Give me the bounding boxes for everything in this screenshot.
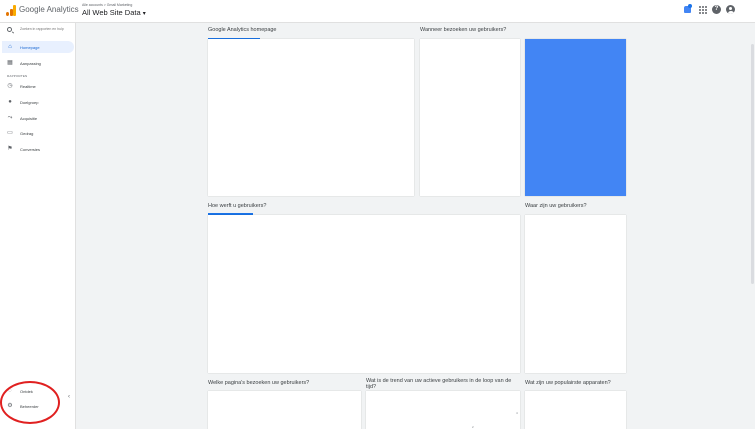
card-title-devices: Wat zijn uw populairste apparaten? (525, 380, 611, 386)
card-title-pages: Welke pagina's bezoeken uw gebruikers? (208, 380, 310, 386)
notifications-icon[interactable] (683, 4, 692, 14)
sidebar-item-label: Beheerder (20, 404, 39, 409)
card-title-trend: Wat is de trend van uw actieve gebruiker… (366, 378, 512, 390)
property-selector[interactable]: All Web Site Data ▾ (82, 8, 146, 17)
sidebar-item-label: Acquisitie (20, 116, 38, 121)
devices-card (525, 391, 626, 429)
report-search[interactable] (4, 25, 74, 35)
sidebar-item-behavior[interactable]: ▭ Gedrag (2, 127, 74, 139)
account-avatar-icon[interactable] (726, 5, 735, 14)
sidebar-item-acquisition[interactable]: ⤳ Acquisitie (2, 112, 74, 124)
product-name[interactable]: Google Analytics (19, 5, 79, 14)
customization-icon: ▦ (7, 60, 13, 66)
sidebar-item-homepage[interactable]: ⌂ Homepage (2, 41, 74, 53)
top-pages-card (208, 391, 361, 429)
sessions-by-time-card (420, 39, 520, 196)
sidebar-item-label: Conversies (20, 147, 41, 152)
top-app-bar: Google Analytics Alle accounts > Gmail M… (0, 0, 755, 23)
page-scrollbar[interactable] (751, 24, 755, 429)
sidebar-item-label: Realtime (20, 84, 36, 89)
search-icon (7, 27, 12, 32)
lightbulb-icon: ◌ (8, 388, 12, 394)
active-users-trend-card: 4 2 (366, 391, 520, 429)
clock-icon: ◷ (7, 83, 13, 89)
acquisition-icon: ⤳ (7, 115, 13, 121)
sidebar-item-label: Aanpassing (20, 61, 41, 66)
sidebar-item-label: Doelgroep (20, 100, 39, 105)
home-icon: ⌂ (8, 44, 12, 50)
heatmap-card (525, 39, 626, 196)
search-input[interactable] (20, 27, 74, 31)
acquisition-card (208, 215, 520, 373)
sidebar-item-label: Homepage (20, 45, 40, 50)
geo-card (525, 215, 626, 373)
collapse-sidebar-icon[interactable]: ‹ (68, 394, 70, 400)
y-tick-label: 2 (472, 425, 474, 429)
card-title-when: Wanneer bezoeken uw gebruikers? (420, 27, 507, 33)
left-navigation: ⌂ Homepage ▦ Aanpassing RAPPORTEN ◷ Real… (0, 23, 76, 429)
overview-card (208, 39, 414, 196)
card-title-homepage: Google Analytics homepage (208, 27, 277, 33)
help-icon[interactable]: ? (712, 5, 721, 14)
sidebar-item-realtime[interactable]: ◷ Realtime (2, 80, 74, 92)
sidebar-item-label: Ontdek (20, 389, 33, 394)
sidebar-item-admin[interactable]: ⚙ Beheerder (2, 400, 74, 412)
sidebar-item-audience[interactable]: ● Doelgroep (2, 96, 74, 108)
analytics-logo-icon[interactable] (6, 5, 16, 16)
account-breadcrumb[interactable]: Alle accounts > Gmail Marketing (82, 3, 132, 7)
sidebar-item-conversions[interactable]: ⚑ Conversies (2, 143, 74, 155)
gear-icon: ⚙ (7, 403, 13, 409)
person-icon: ● (8, 99, 12, 105)
card-title-where: Waar zijn uw gebruikers? (525, 203, 587, 209)
sidebar-item-customization[interactable]: ▦ Aanpassing (2, 57, 74, 69)
y-tick-label: 4 (516, 411, 518, 415)
flag-icon: ⚑ (7, 146, 13, 152)
sidebar-item-discover[interactable]: ◌ Ontdek (2, 385, 74, 397)
sidebar-item-label: Gedrag (20, 131, 34, 136)
chevron-down-icon: ▾ (142, 11, 146, 17)
behavior-icon: ▭ (7, 130, 13, 136)
property-name: All Web Site Data (82, 8, 141, 17)
apps-grid-icon[interactable] (698, 5, 707, 14)
card-title-acquisition: Hoe werft u gebruikers? (208, 203, 267, 209)
reports-section-label: RAPPORTEN (7, 74, 28, 78)
scrollbar-thumb[interactable] (751, 44, 754, 284)
